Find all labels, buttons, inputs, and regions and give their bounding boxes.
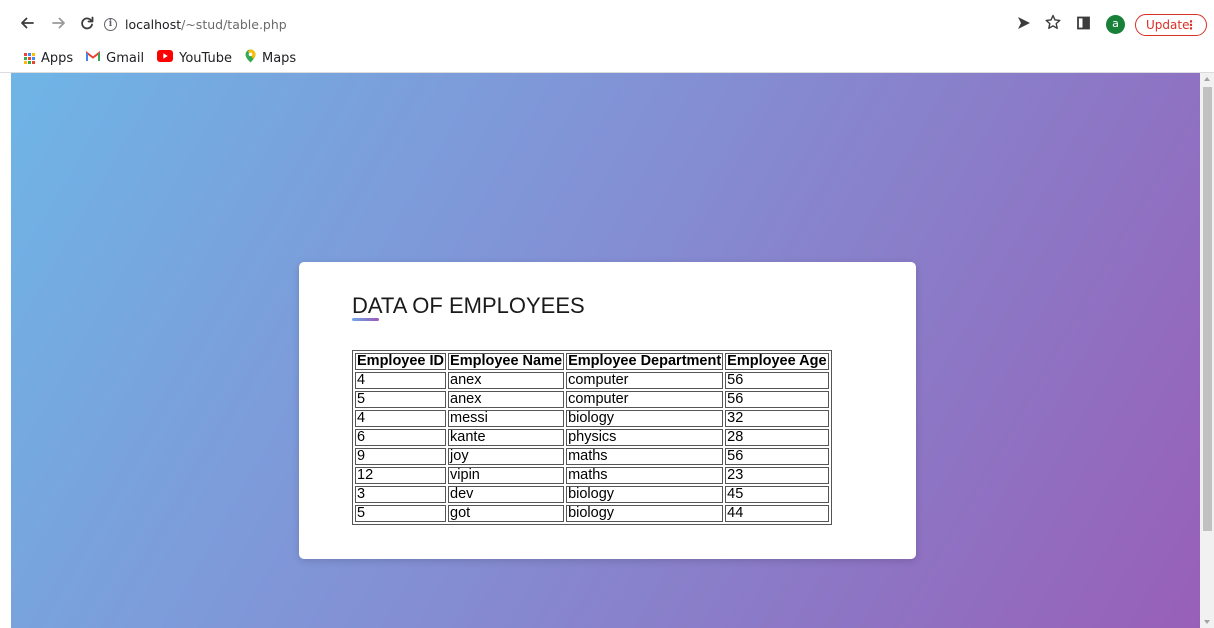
cell-id: 4	[355, 372, 447, 389]
cell-age: 23	[725, 467, 829, 484]
cell-department: computer	[566, 372, 724, 389]
table-row: 9 joy maths 56	[355, 448, 829, 465]
reload-icon[interactable]	[78, 14, 96, 32]
page-viewport: DATA OF EMPLOYEES Employee ID Employee N…	[0, 73, 1214, 628]
cell-age: 44	[725, 505, 829, 522]
column-header: Employee Name	[448, 353, 565, 370]
bookmark-label: Apps	[41, 50, 74, 66]
cell-name: dev	[448, 486, 565, 503]
back-arrow-icon[interactable]	[18, 14, 36, 32]
cell-name: anex	[448, 372, 565, 389]
apps-grid-icon	[24, 52, 35, 64]
side-panel-icon[interactable]	[1076, 13, 1092, 33]
cell-name: joy	[448, 448, 565, 465]
employee-card: DATA OF EMPLOYEES Employee ID Employee N…	[299, 262, 916, 559]
cell-age: 56	[725, 448, 829, 465]
cell-name: vipin	[448, 467, 565, 484]
maps-pin-icon	[245, 49, 256, 67]
forward-arrow-icon[interactable]	[50, 14, 68, 32]
menu-kebab-icon: ⋮	[1185, 18, 1197, 32]
vertical-scrollbar[interactable]	[1200, 73, 1214, 628]
cell-name: kante	[448, 429, 565, 446]
table-row: 6 kante physics 28	[355, 429, 829, 446]
url-host: localhost	[125, 16, 182, 32]
cell-id: 9	[355, 448, 447, 465]
bookmark-youtube[interactable]: YouTube	[157, 50, 232, 66]
scroll-down-arrow-icon[interactable]	[1204, 620, 1210, 624]
cell-age: 56	[725, 391, 829, 408]
bookmark-label: Gmail	[106, 50, 145, 66]
url-path: /~stud/table.php	[181, 16, 287, 32]
cell-name: got	[448, 505, 565, 522]
youtube-icon	[157, 50, 174, 66]
cell-age: 32	[725, 410, 829, 427]
profile-avatar[interactable]: a	[1106, 15, 1125, 34]
table-row: 4 anex computer 56	[355, 372, 829, 389]
bookmarks-bar: Apps Gmail YouTube Maps	[0, 44, 1214, 72]
cell-age: 56	[725, 372, 829, 389]
cell-department: biology	[566, 505, 724, 522]
column-header: Employee Age	[725, 353, 829, 370]
page-title: DATA OF EMPLOYEES	[352, 293, 585, 318]
cell-id: 3	[355, 486, 447, 503]
cell-id: 5	[355, 391, 447, 408]
cell-department: biology	[566, 486, 724, 503]
cell-id: 6	[355, 429, 447, 446]
address-bar[interactable]: i localhost/~stud/table.php	[104, 12, 287, 36]
send-tab-icon[interactable]	[1016, 13, 1032, 33]
title-underline	[352, 318, 379, 321]
table-header-row: Employee ID Employee Name Employee Depar…	[355, 353, 829, 370]
update-button[interactable]: Update ⋮	[1135, 14, 1207, 36]
cell-department: computer	[566, 391, 724, 408]
cell-department: maths	[566, 467, 724, 484]
gmail-icon	[86, 50, 101, 66]
table-row: 4 messi biology 32	[355, 410, 829, 427]
scroll-up-arrow-icon[interactable]	[1204, 77, 1210, 81]
cell-age: 45	[725, 486, 829, 503]
scroll-thumb[interactable]	[1203, 87, 1212, 531]
bookmark-maps[interactable]: Maps	[245, 49, 296, 67]
cell-id: 12	[355, 467, 447, 484]
left-edge	[0, 73, 11, 628]
site-info-icon[interactable]: i	[104, 17, 117, 31]
bookmark-label: Maps	[261, 50, 297, 66]
bookmark-gmail[interactable]: Gmail	[86, 50, 145, 66]
table-row: 5 anex computer 56	[355, 391, 829, 408]
table-row: 5 got biology 44	[355, 505, 829, 522]
column-header: Employee ID	[355, 353, 447, 370]
bookmark-star-icon[interactable]	[1044, 13, 1062, 33]
cell-department: maths	[566, 448, 724, 465]
update-button-label: Update	[1146, 18, 1190, 32]
table-row: 3 dev biology 45	[355, 486, 829, 503]
cell-department: physics	[566, 429, 724, 446]
cell-name: anex	[448, 391, 565, 408]
bookmark-label: YouTube	[179, 50, 232, 66]
browser-toolbar: i localhost/~stud/table.php a Update ⋮	[0, 0, 1214, 44]
cell-name: messi	[448, 410, 565, 427]
bookmark-apps[interactable]: Apps	[24, 51, 73, 66]
table-row: 12 vipin maths 23	[355, 467, 829, 484]
column-header: Employee Department	[566, 353, 724, 370]
cell-age: 28	[725, 429, 829, 446]
cell-id: 5	[355, 505, 447, 522]
cell-department: biology	[566, 410, 724, 427]
cell-id: 4	[355, 410, 447, 427]
employee-table: Employee ID Employee Name Employee Depar…	[352, 350, 832, 525]
